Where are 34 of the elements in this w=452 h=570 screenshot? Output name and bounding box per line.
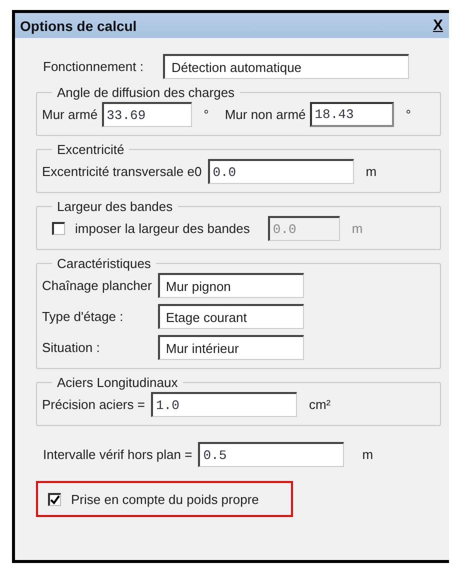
unit-label: m	[362, 447, 374, 462]
field-label: Excentricité transversale e0	[42, 164, 202, 179]
unit-label: °	[406, 107, 411, 122]
field-label: Chaînage plancher	[42, 278, 152, 293]
input-field[interactable]: Mur pignon	[158, 273, 304, 298]
field-label: Mur non armé	[224, 107, 306, 122]
field-label: Précision aciers =	[42, 397, 145, 412]
field-label: Mur armé	[42, 107, 98, 122]
checkbox-label: Prise en compte du poids propre	[71, 492, 259, 506]
group-title: Excentricité	[56, 142, 126, 157]
input-field[interactable]: 0.0	[208, 159, 354, 184]
input-field[interactable]: 1.0	[150, 392, 297, 417]
checkbox[interactable]	[48, 492, 61, 506]
input-field[interactable]: 0.5	[198, 442, 344, 467]
group-title: Aciers Longitudinaux	[56, 375, 179, 390]
window-title: Options de calcul	[20, 18, 137, 34]
field-label: Situation :	[42, 340, 101, 355]
group-title: Angle de diffusion des charges	[56, 85, 236, 100]
input-field[interactable]: Mur intérieur	[158, 335, 304, 360]
input-field[interactable]: Etage courant	[158, 304, 304, 329]
unit-label: cm²	[308, 397, 331, 412]
field-label: Intervalle vérif hors plan =	[43, 447, 192, 462]
group-title: Caractéristiques	[56, 256, 152, 271]
input-field[interactable]: 33.69	[102, 102, 192, 127]
close-button[interactable]: X	[430, 17, 445, 34]
checkbox-label: imposer la largeur des bandes	[75, 221, 250, 236]
group-title: Largeur des bandes	[56, 199, 174, 214]
input-field[interactable]: 18.43	[310, 102, 394, 127]
unit-label: m	[352, 221, 363, 236]
unit-label: m	[366, 164, 377, 179]
input-field[interactable]: Détection automatique	[163, 54, 410, 79]
unit-label: °	[204, 107, 209, 122]
field-label: Fonctionnement :	[43, 59, 144, 74]
field-label: Type d'étage :	[42, 309, 124, 324]
